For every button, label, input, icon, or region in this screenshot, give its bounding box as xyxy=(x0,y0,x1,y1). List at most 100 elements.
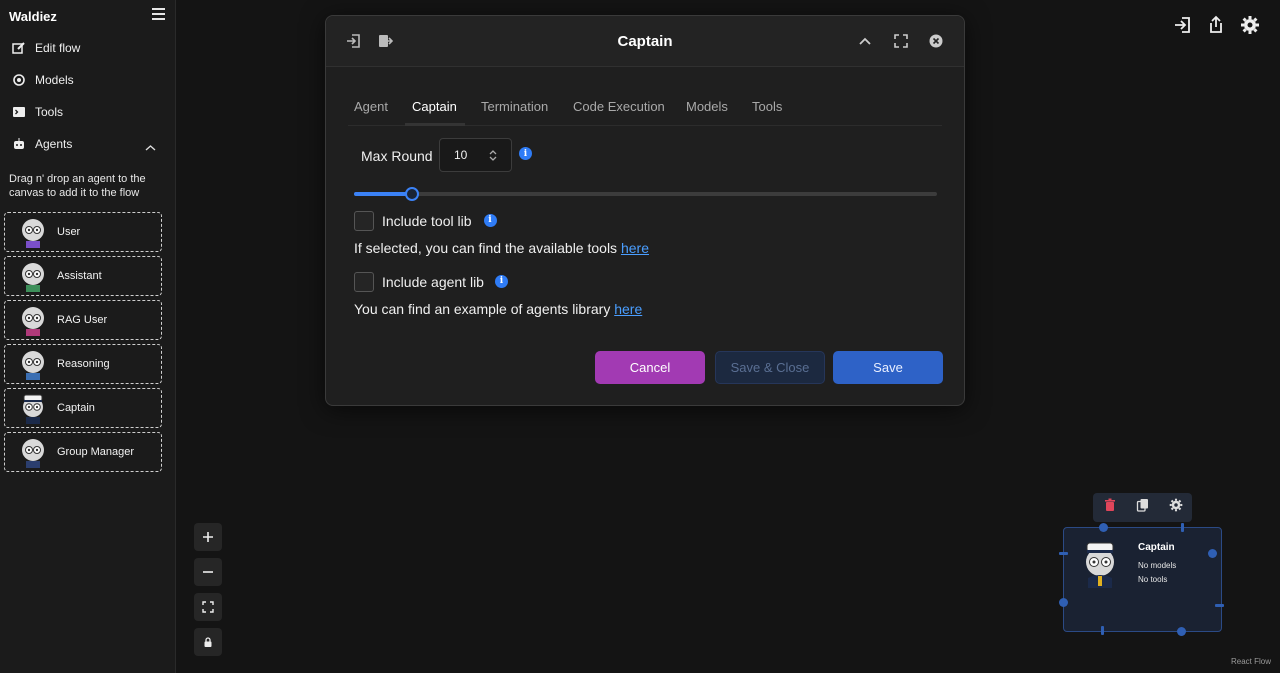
import-icon xyxy=(1175,17,1190,33)
close-button[interactable] xyxy=(927,32,945,50)
node-toolbar xyxy=(1093,493,1192,522)
tab-models[interactable]: Models xyxy=(686,99,728,114)
captain-node[interactable]: Captain No models No tools xyxy=(1059,523,1224,636)
sidebar-item-label: Edit flow xyxy=(35,41,81,55)
max-round-slider[interactable] xyxy=(354,187,937,201)
lock-button[interactable] xyxy=(194,628,222,656)
node-handle-bar[interactable] xyxy=(1059,552,1068,555)
terminal-icon xyxy=(12,105,26,119)
plus-icon xyxy=(203,532,213,542)
sidebar-item-edit-flow[interactable]: Edit flow xyxy=(12,41,80,55)
assistant-avatar-icon xyxy=(22,263,44,292)
tools-description: If selected, you can find the available … xyxy=(354,240,649,256)
slider-fill xyxy=(354,192,412,196)
info-icon[interactable]: i xyxy=(519,147,532,160)
agent-card-group-manager[interactable]: Group Manager xyxy=(4,432,162,472)
share-button[interactable] xyxy=(1205,14,1227,36)
agent-card-label: RAG User xyxy=(57,314,108,326)
agent-modal: Captain Agent Captain Termination Code E… xyxy=(325,15,965,406)
group-manager-avatar-icon xyxy=(22,439,44,468)
node-handle-bar[interactable] xyxy=(1101,626,1104,635)
app-brand: Waldiez xyxy=(9,9,57,24)
react-flow-attribution[interactable]: React Flow xyxy=(1231,657,1271,666)
node-models: No models xyxy=(1138,561,1177,570)
agent-card-rag-user[interactable]: RAG User xyxy=(4,300,162,340)
edit-icon xyxy=(12,41,26,55)
minus-icon xyxy=(203,571,213,573)
max-round-input[interactable]: 10 xyxy=(439,138,512,172)
gear-icon xyxy=(1241,16,1259,34)
spinner-icon[interactable] xyxy=(489,149,497,162)
lock-icon xyxy=(204,637,212,647)
captain-avatar-icon xyxy=(1086,542,1114,588)
captain-avatar-icon xyxy=(23,394,43,424)
include-agent-lib-row: Include agent lib i xyxy=(354,272,508,292)
info-icon[interactable]: i xyxy=(483,213,497,227)
max-round-label: Max Round xyxy=(361,148,433,164)
tab-tools[interactable]: Tools xyxy=(752,99,782,114)
agents-link[interactable]: here xyxy=(614,301,642,317)
sidebar-item-tools[interactable]: Tools xyxy=(12,105,63,119)
menu-icon[interactable] xyxy=(152,8,166,22)
max-round-value: 10 xyxy=(454,148,468,162)
node-handle-right[interactable] xyxy=(1208,549,1217,558)
tools-link[interactable]: here xyxy=(621,240,649,256)
share-icon xyxy=(1210,15,1222,33)
agent-card-reasoning[interactable]: Reasoning xyxy=(4,344,162,384)
node-handle-top[interactable] xyxy=(1099,523,1108,532)
agents-description: You can find an example of agents librar… xyxy=(354,301,642,317)
include-tool-lib-checkbox[interactable] xyxy=(354,211,374,231)
info-icon[interactable]: i xyxy=(494,274,508,288)
zoom-out-button[interactable] xyxy=(194,558,222,586)
models-icon xyxy=(12,73,26,87)
tab-code-execution[interactable]: Code Execution xyxy=(573,99,665,114)
import-button[interactable] xyxy=(1172,14,1194,36)
tab-captain[interactable]: Captain xyxy=(412,99,457,114)
robot-icon xyxy=(12,137,26,151)
copy-button[interactable] xyxy=(1136,498,1150,517)
node-handle-left[interactable] xyxy=(1059,598,1068,607)
save-close-button[interactable]: Save & Close xyxy=(715,351,825,384)
agent-card-captain[interactable]: Captain xyxy=(4,388,162,428)
sidebar-item-label: Tools xyxy=(35,105,64,119)
save-button[interactable]: Save xyxy=(833,351,943,384)
modal-tabs: Agent Captain Termination Code Execution… xyxy=(348,94,942,126)
agents-desc-text: You can find an example of agents librar… xyxy=(354,301,615,317)
agent-card-label: Reasoning xyxy=(57,358,110,370)
close-icon xyxy=(929,34,943,48)
include-tool-lib-row: Include tool lib i xyxy=(354,211,497,231)
agent-card-user[interactable]: User xyxy=(4,212,162,252)
node-handle-bar[interactable] xyxy=(1181,523,1184,532)
node-tools: No tools xyxy=(1138,575,1168,584)
user-avatar-icon xyxy=(22,219,44,248)
zoom-in-button[interactable] xyxy=(194,523,222,551)
delete-button[interactable] xyxy=(1103,498,1117,517)
rag-user-avatar-icon xyxy=(22,307,44,336)
cancel-button[interactable]: Cancel xyxy=(595,351,705,384)
settings-button[interactable] xyxy=(1239,14,1261,36)
tab-termination[interactable]: Termination xyxy=(481,99,548,114)
sidebar-item-models[interactable]: Models xyxy=(12,73,74,87)
slider-thumb[interactable] xyxy=(405,187,419,201)
sidebar-item-agents[interactable]: Agents xyxy=(12,137,72,151)
copy-icon xyxy=(1136,499,1148,512)
agent-card-label: Assistant xyxy=(57,270,102,282)
fullscreen-button[interactable] xyxy=(892,32,910,50)
gear-icon xyxy=(1169,498,1182,512)
node-settings-button[interactable] xyxy=(1169,498,1183,517)
tab-agent[interactable]: Agent xyxy=(354,99,388,114)
sidebar-item-label: Models xyxy=(35,73,74,87)
trash-icon xyxy=(1104,498,1115,511)
node-handle-bottom[interactable] xyxy=(1177,627,1186,636)
agent-card-assistant[interactable]: Assistant xyxy=(4,256,162,296)
collapse-button[interactable] xyxy=(856,32,874,50)
chevron-up-icon[interactable] xyxy=(145,139,156,157)
node-title: Captain xyxy=(1138,542,1175,553)
include-agent-lib-label: Include agent lib xyxy=(382,274,484,290)
active-tab-indicator xyxy=(405,123,465,126)
fit-view-button[interactable] xyxy=(194,593,222,621)
node-handle-bar[interactable] xyxy=(1215,604,1224,607)
agent-card-label: Captain xyxy=(57,402,95,414)
include-agent-lib-checkbox[interactable] xyxy=(354,272,374,292)
fullscreen-icon xyxy=(894,34,908,48)
